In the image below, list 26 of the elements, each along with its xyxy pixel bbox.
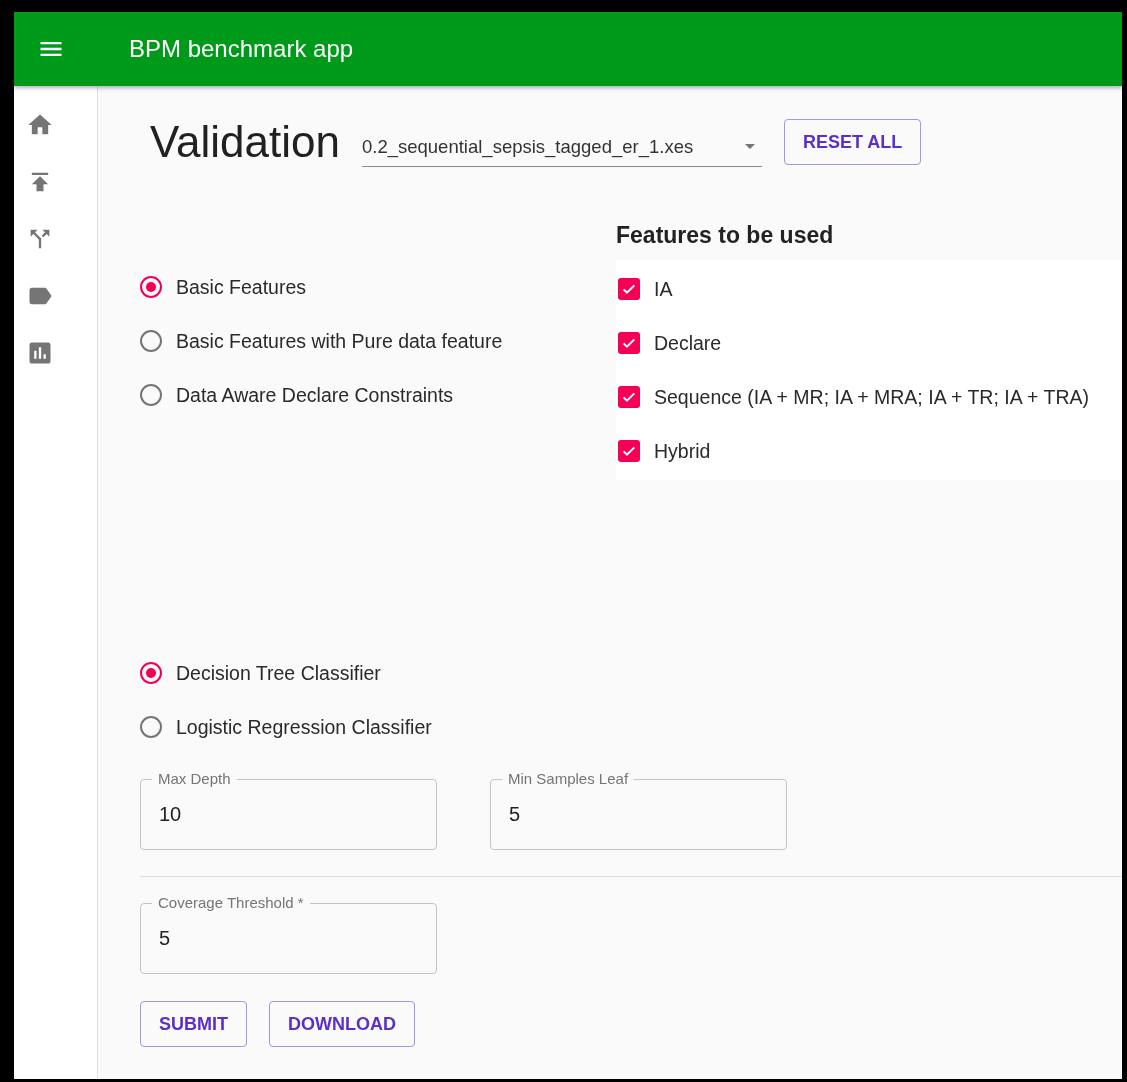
checkbox[interactable] <box>618 332 640 354</box>
radio-label: Logistic Regression Classifier <box>176 715 432 739</box>
checkbox[interactable] <box>618 386 640 408</box>
checkbox-label: IA <box>654 277 673 301</box>
app-title: BPM benchmark app <box>129 35 354 63</box>
radio-button[interactable] <box>140 330 162 352</box>
checkbox-label: Hybrid <box>654 439 711 463</box>
checkbox-label: Sequence (IA + MR; IA + MRA; IA + TR; IA + TRA) <box>654 385 1089 409</box>
reset-all-button[interactable]: RESET ALL <box>784 119 922 165</box>
file-select[interactable]: 0.2_sequential_sepsis_tagged_er_1.xes <box>362 129 762 167</box>
checkbox-label: Declare <box>654 331 722 355</box>
radio-button[interactable] <box>140 716 162 738</box>
radio-label: Decision Tree Classifier <box>176 661 381 685</box>
download-button[interactable]: DOWNLOAD <box>269 1001 415 1047</box>
caret-icon <box>745 144 755 149</box>
checkbox[interactable] <box>618 440 640 462</box>
submit-button[interactable]: SUBMIT <box>140 1001 247 1047</box>
radio-button[interactable] <box>140 276 162 298</box>
radio-label: Basic Features <box>176 275 307 299</box>
checkbox[interactable] <box>618 278 640 300</box>
page-title: Validation <box>150 117 340 167</box>
radio-button[interactable] <box>140 662 162 684</box>
radio-button[interactable] <box>140 384 162 406</box>
radio-label: Basic Features with Pure data feature <box>176 329 503 353</box>
section-heading: Features to be used <box>616 222 835 250</box>
radio-label: Data Aware Declare Constraints <box>176 383 454 407</box>
